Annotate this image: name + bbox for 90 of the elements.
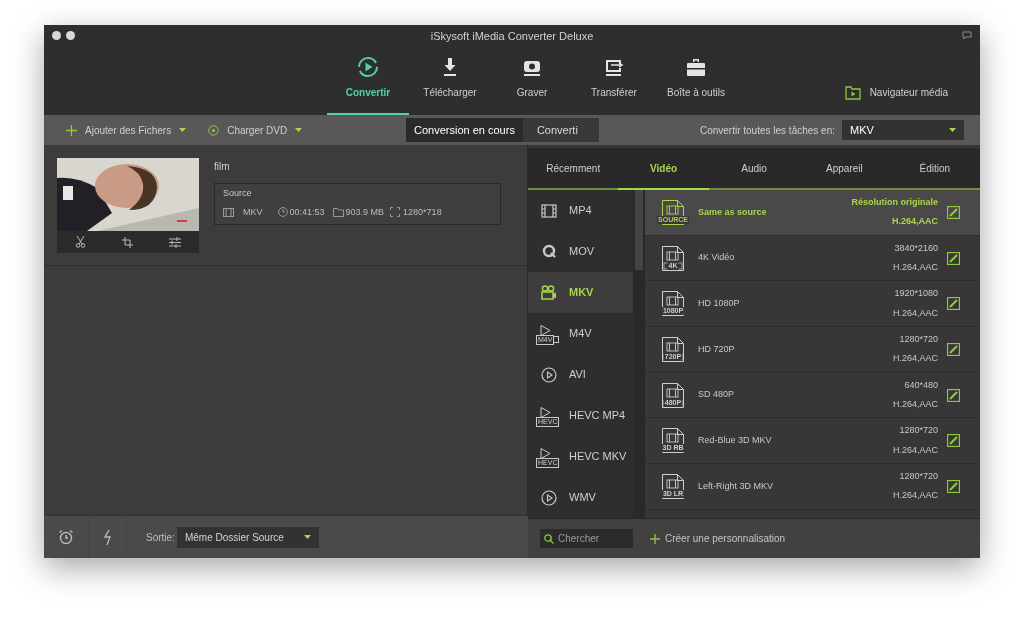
file-name: film (214, 160, 231, 174)
format-item[interactable]: MOV (528, 231, 633, 272)
preset-resolution: Résolution originale (851, 195, 938, 209)
toolbar-button[interactable]: Ajouter des Fichers (66, 122, 187, 138)
quicktime-icon (541, 244, 557, 259)
toolbox-icon (686, 57, 706, 77)
caret-icon (179, 128, 187, 132)
preset-resolution: 1280*720 (899, 424, 938, 438)
search-icon (544, 533, 554, 544)
film-icon (223, 207, 234, 217)
edit-icon[interactable] (947, 205, 960, 219)
preset-resolution: 640*480 (904, 378, 938, 392)
plus-icon[interactable] (650, 533, 660, 544)
format-item[interactable]: MKV (528, 272, 633, 313)
source-format: MKV (243, 205, 263, 219)
category-tab[interactable]: Récemment (528, 148, 619, 188)
preset-name: HD 1080P (698, 296, 741, 310)
scissors-icon[interactable] (75, 236, 86, 248)
source-duration: 00:41:53 (289, 205, 325, 219)
preset-resolution: 1280*720 (899, 332, 938, 346)
transfer-icon (604, 57, 624, 77)
segment-tab[interactable]: Conversion en cours (406, 118, 523, 142)
format-item[interactable]: WMV (528, 477, 633, 518)
edit-icon[interactable] (947, 342, 960, 356)
preset-name: 4K Vidéo (698, 251, 736, 265)
format-item[interactable]: MP4 (528, 190, 633, 231)
convert-all-label: Convertir toutes les tâches en: (699, 123, 835, 138)
play-circle-icon (357, 56, 379, 78)
nav-tab[interactable]: Boîte à outils (655, 47, 737, 115)
search-input: Chercher (558, 531, 628, 546)
category-tab[interactable]: Édition (889, 148, 981, 188)
source-size: 903.9 MB (345, 205, 385, 219)
folder-play-icon[interactable] (844, 85, 861, 100)
preset-resolution: 3840*2160 (894, 241, 938, 255)
caret-icon (949, 128, 956, 132)
preset-codec: H.264,AAC (892, 489, 938, 503)
search-field[interactable]: Chercher (540, 529, 633, 548)
edit-icon[interactable] (947, 434, 960, 448)
source-label: Source (223, 187, 253, 200)
nav-tab[interactable]: Transférer (573, 47, 655, 115)
edit-icon[interactable] (947, 479, 960, 493)
video-camera-icon (541, 285, 557, 300)
preset-codec: H.264,AAC (892, 306, 938, 320)
alarm-clock-icon[interactable] (58, 529, 74, 545)
plus-icon (66, 124, 77, 136)
preset-codec: H.264,AAC (892, 443, 938, 457)
category-tab[interactable]: Audio (708, 148, 800, 188)
chat-icon[interactable] (962, 31, 972, 40)
nav-tab[interactable]: Télécharger (409, 47, 491, 115)
crop-icon[interactable] (122, 236, 133, 248)
lightning-icon[interactable] (103, 529, 112, 545)
resize-icon (390, 207, 401, 218)
disc-icon (208, 124, 220, 136)
toolbar-button[interactable]: Charger DVD (208, 122, 303, 138)
preset-name: Left-Right 3D MKV (698, 479, 775, 493)
nav-tab[interactable]: Convertir (327, 47, 409, 115)
download-icon (442, 57, 458, 77)
edit-icon[interactable] (947, 297, 960, 311)
category-tab[interactable]: Vidéo (618, 148, 709, 188)
preset-resolution: 1280*720 (899, 469, 938, 483)
edit-icon[interactable] (947, 388, 960, 402)
film-icon (541, 203, 557, 218)
category-tab[interactable]: Appareil (799, 148, 890, 188)
scrollbar-thumb[interactable] (635, 190, 643, 270)
source-resolution: 1280*718 (403, 205, 442, 219)
sliders-icon[interactable] (169, 236, 181, 248)
media-browser-link[interactable]: Navigateur média (869, 85, 948, 100)
window-title: iSkysoft iMedia Converter Deluxe (430, 28, 594, 44)
nav-tab[interactable]: Graver (491, 47, 573, 115)
edit-icon[interactable] (947, 251, 960, 265)
output-label: Sortie: (146, 530, 175, 545)
format-dropdown[interactable]: MKV (842, 120, 964, 140)
caret-icon (303, 535, 311, 539)
output-dropdown[interactable]: Même Dossier Source (176, 526, 319, 548)
format-item[interactable]: AVI (528, 354, 633, 395)
caret-icon (295, 128, 303, 132)
preset-name: HD 720P (698, 342, 736, 356)
preset-resolution: 1920*1080 (894, 287, 938, 301)
create-custom-link[interactable]: Créer une personnalisation (665, 531, 786, 546)
preset-name: Same as source (698, 205, 768, 219)
clock-icon (277, 207, 288, 218)
preset-name: Red-Blue 3D MKV (698, 434, 773, 448)
preset-codec: H.264,AAC (892, 261, 938, 275)
preset-codec: H.264,AAC (892, 398, 938, 412)
preset-codec: H.264,AAC (892, 215, 938, 229)
preset-codec: H.264,AAC (892, 352, 938, 366)
play-circle-icon (541, 366, 557, 383)
preset-name: SD 480P (698, 388, 736, 402)
folder-icon (332, 207, 344, 217)
play-circle-icon (541, 489, 557, 506)
